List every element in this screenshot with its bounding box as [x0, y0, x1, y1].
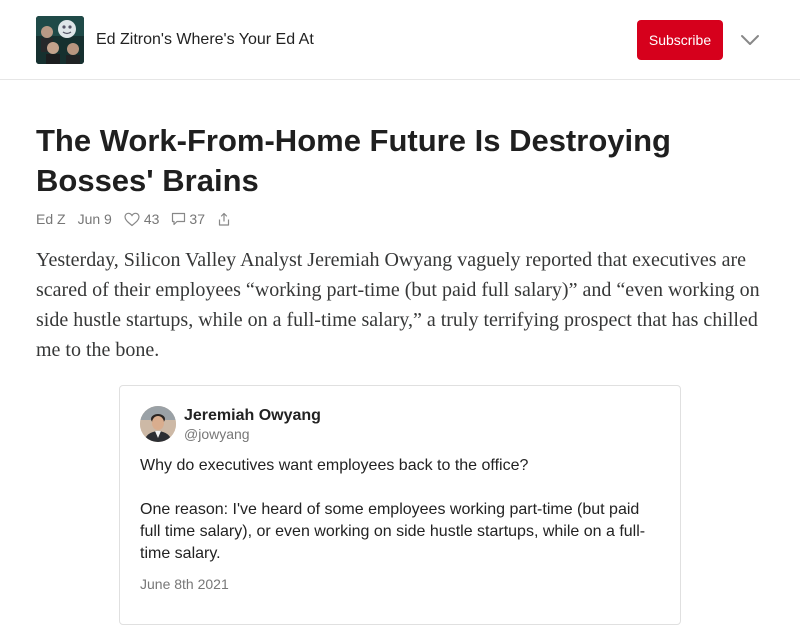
embedded-tweet[interactable]: Jeremiah Owyang @jowyang Why do executiv… [119, 385, 681, 625]
post-author[interactable]: Ed Z [36, 211, 66, 227]
heart-icon [124, 212, 140, 227]
comment-count: 37 [189, 211, 205, 227]
tweet-paragraph: Why do executives want employees back to… [140, 457, 529, 474]
like-button[interactable]: 43 [124, 211, 160, 227]
like-count: 43 [143, 211, 160, 227]
tweet-paragraph: One reason: I've heard of some employees… [140, 501, 646, 562]
share-button[interactable] [217, 212, 231, 227]
tweet-author-name[interactable]: Jeremiah Owyang [184, 407, 321, 425]
comments-button[interactable]: 37 [171, 211, 205, 227]
post-title: The Work-From-Home Future Is Destroying … [36, 123, 671, 198]
tweet-text: Why do executives want employees back to… [140, 455, 660, 587]
subscribe-button[interactable]: Subscribe [637, 20, 723, 60]
comment-icon [171, 212, 186, 226]
tweet-author-handle[interactable]: @jowyang [184, 426, 250, 442]
publication-logo-icon[interactable] [36, 16, 84, 64]
publication-name[interactable]: Ed Zitron's Where's Your Ed At [96, 31, 314, 49]
post-date: Jun 9 [77, 211, 112, 227]
share-icon [217, 212, 231, 227]
post-body-paragraph: Yesterday, Silicon Valley Analyst Jeremi… [36, 249, 760, 361]
avatar[interactable] [140, 406, 176, 442]
tweet-date[interactable]: June 8th 2021 [140, 576, 229, 592]
post-meta: Ed Z Jun 9 43 37 [36, 210, 231, 228]
top-bar: Ed Zitron's Where's Your Ed At Subscribe [0, 0, 800, 80]
chevron-down-icon[interactable] [740, 32, 760, 48]
